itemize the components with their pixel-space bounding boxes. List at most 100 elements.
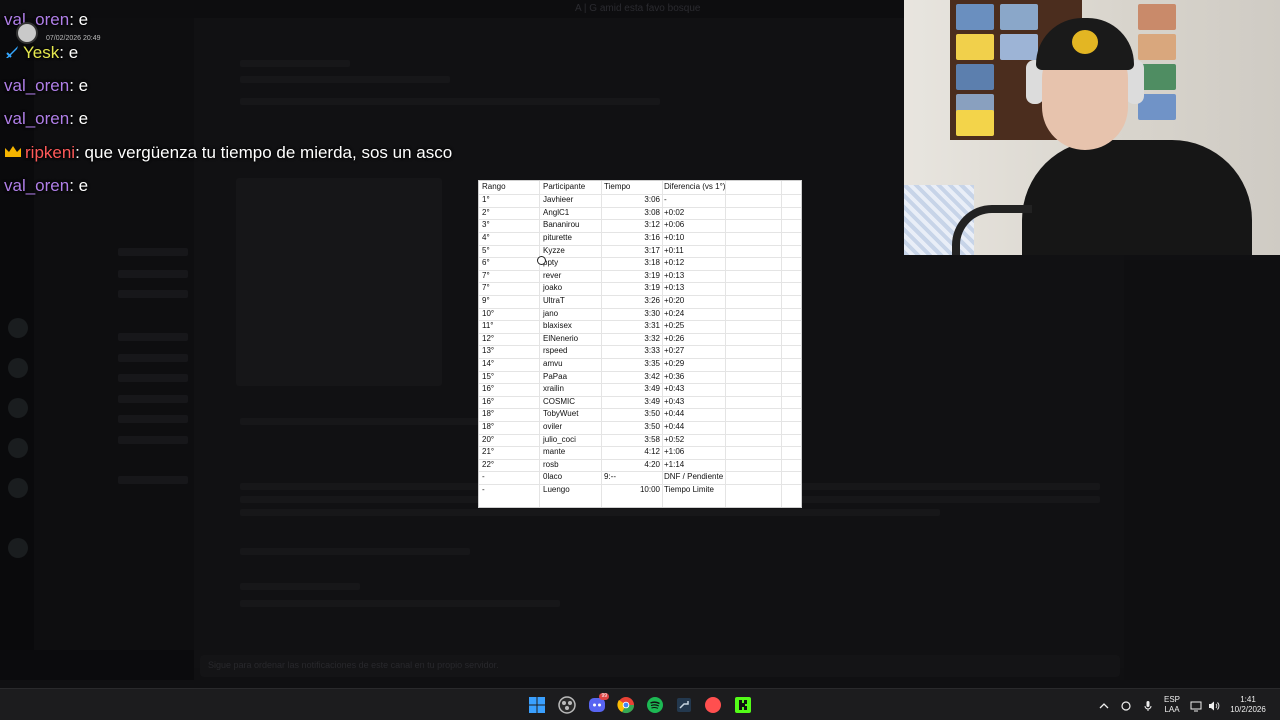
cell-player: rever xyxy=(543,270,562,280)
message-line xyxy=(240,583,360,590)
volume-icon[interactable] xyxy=(1208,699,1220,711)
chat-message: val_oren: e xyxy=(4,172,88,200)
cell-rank: 20° xyxy=(482,434,495,444)
start-icon[interactable] xyxy=(528,696,546,714)
cell-player: AnglC1 xyxy=(543,207,570,217)
cell-time: 10:00 xyxy=(639,485,660,494)
image-embed[interactable] xyxy=(236,178,442,386)
cell-rank: 1° xyxy=(482,195,490,205)
cell-player: 0laco xyxy=(543,472,563,482)
clock[interactable]: 1:41 10/2/2026 xyxy=(1226,695,1270,715)
header-rank: Rango xyxy=(482,182,506,191)
cell-time: 4:20 xyxy=(644,459,660,469)
channel-item[interactable] xyxy=(118,248,188,256)
cell-time: 3:50 xyxy=(644,422,660,431)
spotify-icon[interactable] xyxy=(646,696,664,714)
cell-player: xrailin xyxy=(543,384,564,394)
cell-rank: - xyxy=(482,485,485,494)
server-icon[interactable] xyxy=(8,538,28,558)
cell-rank: 3° xyxy=(482,220,490,230)
poster-image xyxy=(956,34,994,60)
server-icon[interactable] xyxy=(8,318,28,338)
cell-rank: 21° xyxy=(482,447,495,457)
table-row: 7° joako 3:19 +0:13 xyxy=(479,282,801,295)
chat-username: val_oren xyxy=(4,176,70,195)
chat-message: ripkeni: que vergüenza tu tiempo de mier… xyxy=(4,139,452,167)
chat-message: Yesk: e xyxy=(4,39,78,67)
cell-rank: 4° xyxy=(482,233,490,242)
cell-player: blaxisex xyxy=(543,321,572,331)
chrome-icon[interactable] xyxy=(617,696,635,714)
cell-diff: +0:02 xyxy=(664,207,685,217)
network-icon[interactable] xyxy=(1190,699,1202,712)
channel-item[interactable] xyxy=(118,436,188,444)
cell-rank: 6° xyxy=(482,258,490,268)
cell-player: amvu xyxy=(543,359,563,368)
channel-item[interactable] xyxy=(118,415,188,423)
cell-player: PaPaa xyxy=(543,371,568,381)
cell-time: 3:58 xyxy=(644,434,660,444)
cell-diff: +0:43 xyxy=(664,384,685,394)
table-row: 1° Javhieer 3:06- xyxy=(479,194,801,207)
keyboard-language[interactable]: ESP LAA xyxy=(1162,695,1182,715)
cell-player: ElNenerio xyxy=(543,333,579,343)
cell-diff: - xyxy=(664,195,667,205)
stream-chat-overlay: val_oren: e 07/02/2026 20:49 Yesk: e val… xyxy=(0,0,560,200)
chat-username: val_oren xyxy=(4,76,70,95)
webcam-person-hoodie xyxy=(1022,140,1252,255)
server-icon[interactable] xyxy=(8,358,28,378)
server-icon[interactable] xyxy=(8,438,28,458)
sync-icon[interactable] xyxy=(1120,699,1132,711)
cell-time: 3:30 xyxy=(644,308,660,318)
penguins-logo-icon xyxy=(1072,30,1098,54)
table-row: 7° rever 3:19 +0:13 xyxy=(479,269,801,283)
window-title: A | G amid esta favo bosque xyxy=(575,3,701,14)
discord-icon[interactable]: 99 xyxy=(588,693,609,714)
kick-icon[interactable] xyxy=(734,696,752,714)
cell-diff: +0:13 xyxy=(664,283,685,293)
cell-diff: +0:26 xyxy=(664,333,685,343)
cell-diff: +0:12 xyxy=(664,258,685,268)
chevron-up-icon[interactable] xyxy=(1098,699,1110,711)
cell-time: 3:26 xyxy=(644,296,660,305)
cell-diff: +0:29 xyxy=(664,359,685,368)
table-row: 10° jano 3:30 +0:24 xyxy=(479,307,801,321)
channel-item[interactable] xyxy=(118,354,188,362)
chat-text: e xyxy=(63,43,79,62)
channel-item[interactable] xyxy=(118,333,188,341)
cell-time: 3:19 xyxy=(644,283,660,293)
cell-diff: +0:44 xyxy=(664,409,685,419)
browser-icon[interactable] xyxy=(704,696,722,714)
cell-player: Kyzze xyxy=(543,245,565,255)
table-row: - 0laco 9:-- DNF / Pendiente xyxy=(479,471,801,484)
table-row: 18° TobyWuet 3:50 +0:44 xyxy=(479,408,801,421)
cell-player: Javhieer xyxy=(543,195,574,205)
poster-image xyxy=(1000,4,1038,30)
table-row: 14° amvu 3:35 +0:29 xyxy=(479,358,801,371)
table-row: 12° ElNenerio 3:32 +0:26 xyxy=(479,332,801,346)
microphone-icon[interactable] xyxy=(1142,699,1154,711)
message-line xyxy=(240,548,470,555)
server-icon[interactable] xyxy=(8,398,28,418)
message-line xyxy=(240,509,940,516)
cell-time: 3:19 xyxy=(644,270,660,280)
channel-item[interactable] xyxy=(118,395,188,403)
cell-time: 3:06 xyxy=(644,195,660,205)
chat-username: val_oren xyxy=(4,10,70,29)
table-row: 9° UltraT 3:26 +0:20 xyxy=(479,295,801,308)
channel-item[interactable] xyxy=(118,270,188,278)
channel-item[interactable] xyxy=(118,476,188,484)
steam-icon[interactable] xyxy=(675,696,693,714)
server-icon[interactable] xyxy=(8,478,28,498)
channel-item[interactable] xyxy=(118,374,188,382)
obs-icon[interactable] xyxy=(558,696,576,714)
poster-image xyxy=(1000,34,1038,60)
crown-badge-icon xyxy=(4,140,22,157)
table-row: 15° PaPaa 3:42 +0:36 xyxy=(479,370,801,384)
message-input[interactable]: Sigue para ordenar las notificaciones de… xyxy=(200,655,1120,677)
channel-item[interactable] xyxy=(118,290,188,298)
cell-diff: +0:27 xyxy=(664,346,685,356)
message-line xyxy=(240,600,560,607)
clock-date: 10/2/2026 xyxy=(1230,705,1266,714)
webcam-feed xyxy=(904,0,1280,255)
